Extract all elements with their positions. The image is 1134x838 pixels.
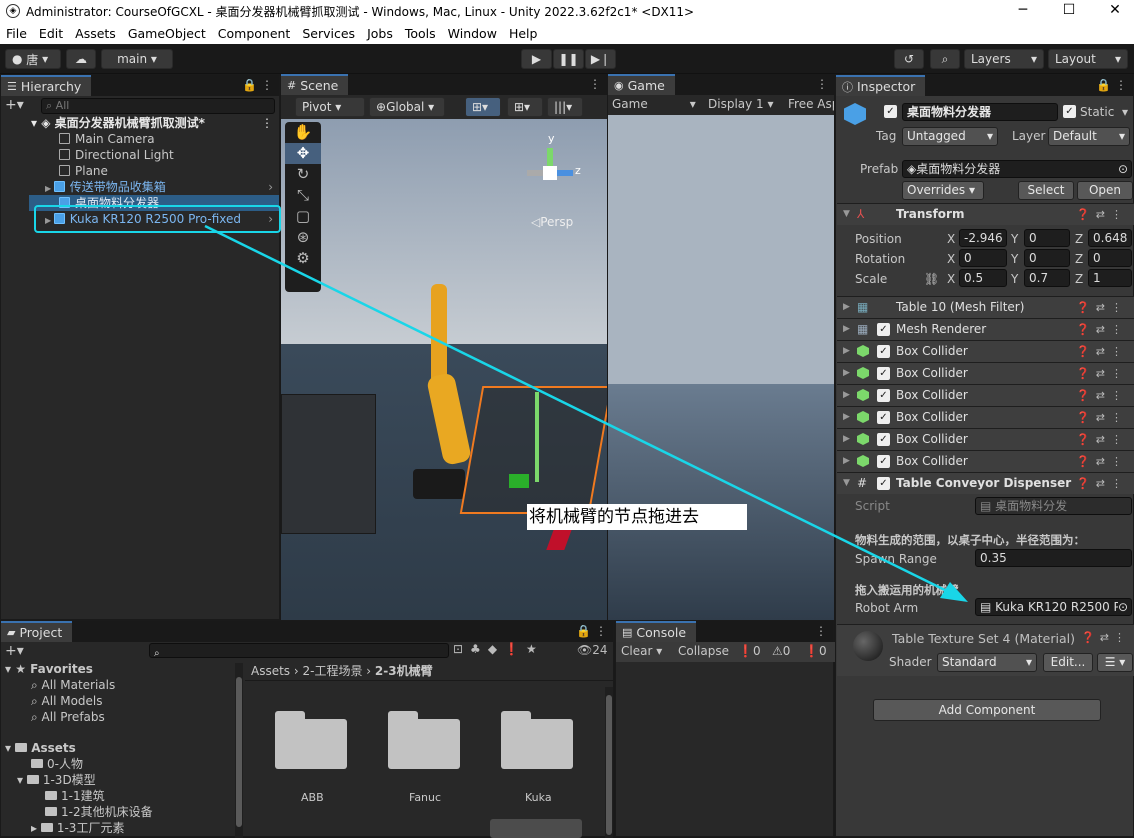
drag-arrow-head	[940, 582, 968, 602]
drag-arrow-line	[204, 224, 956, 597]
drag-arrow-overlay	[204, 224, 968, 602]
annotation-label: 将机械臂的节点拖进去	[527, 504, 747, 530]
